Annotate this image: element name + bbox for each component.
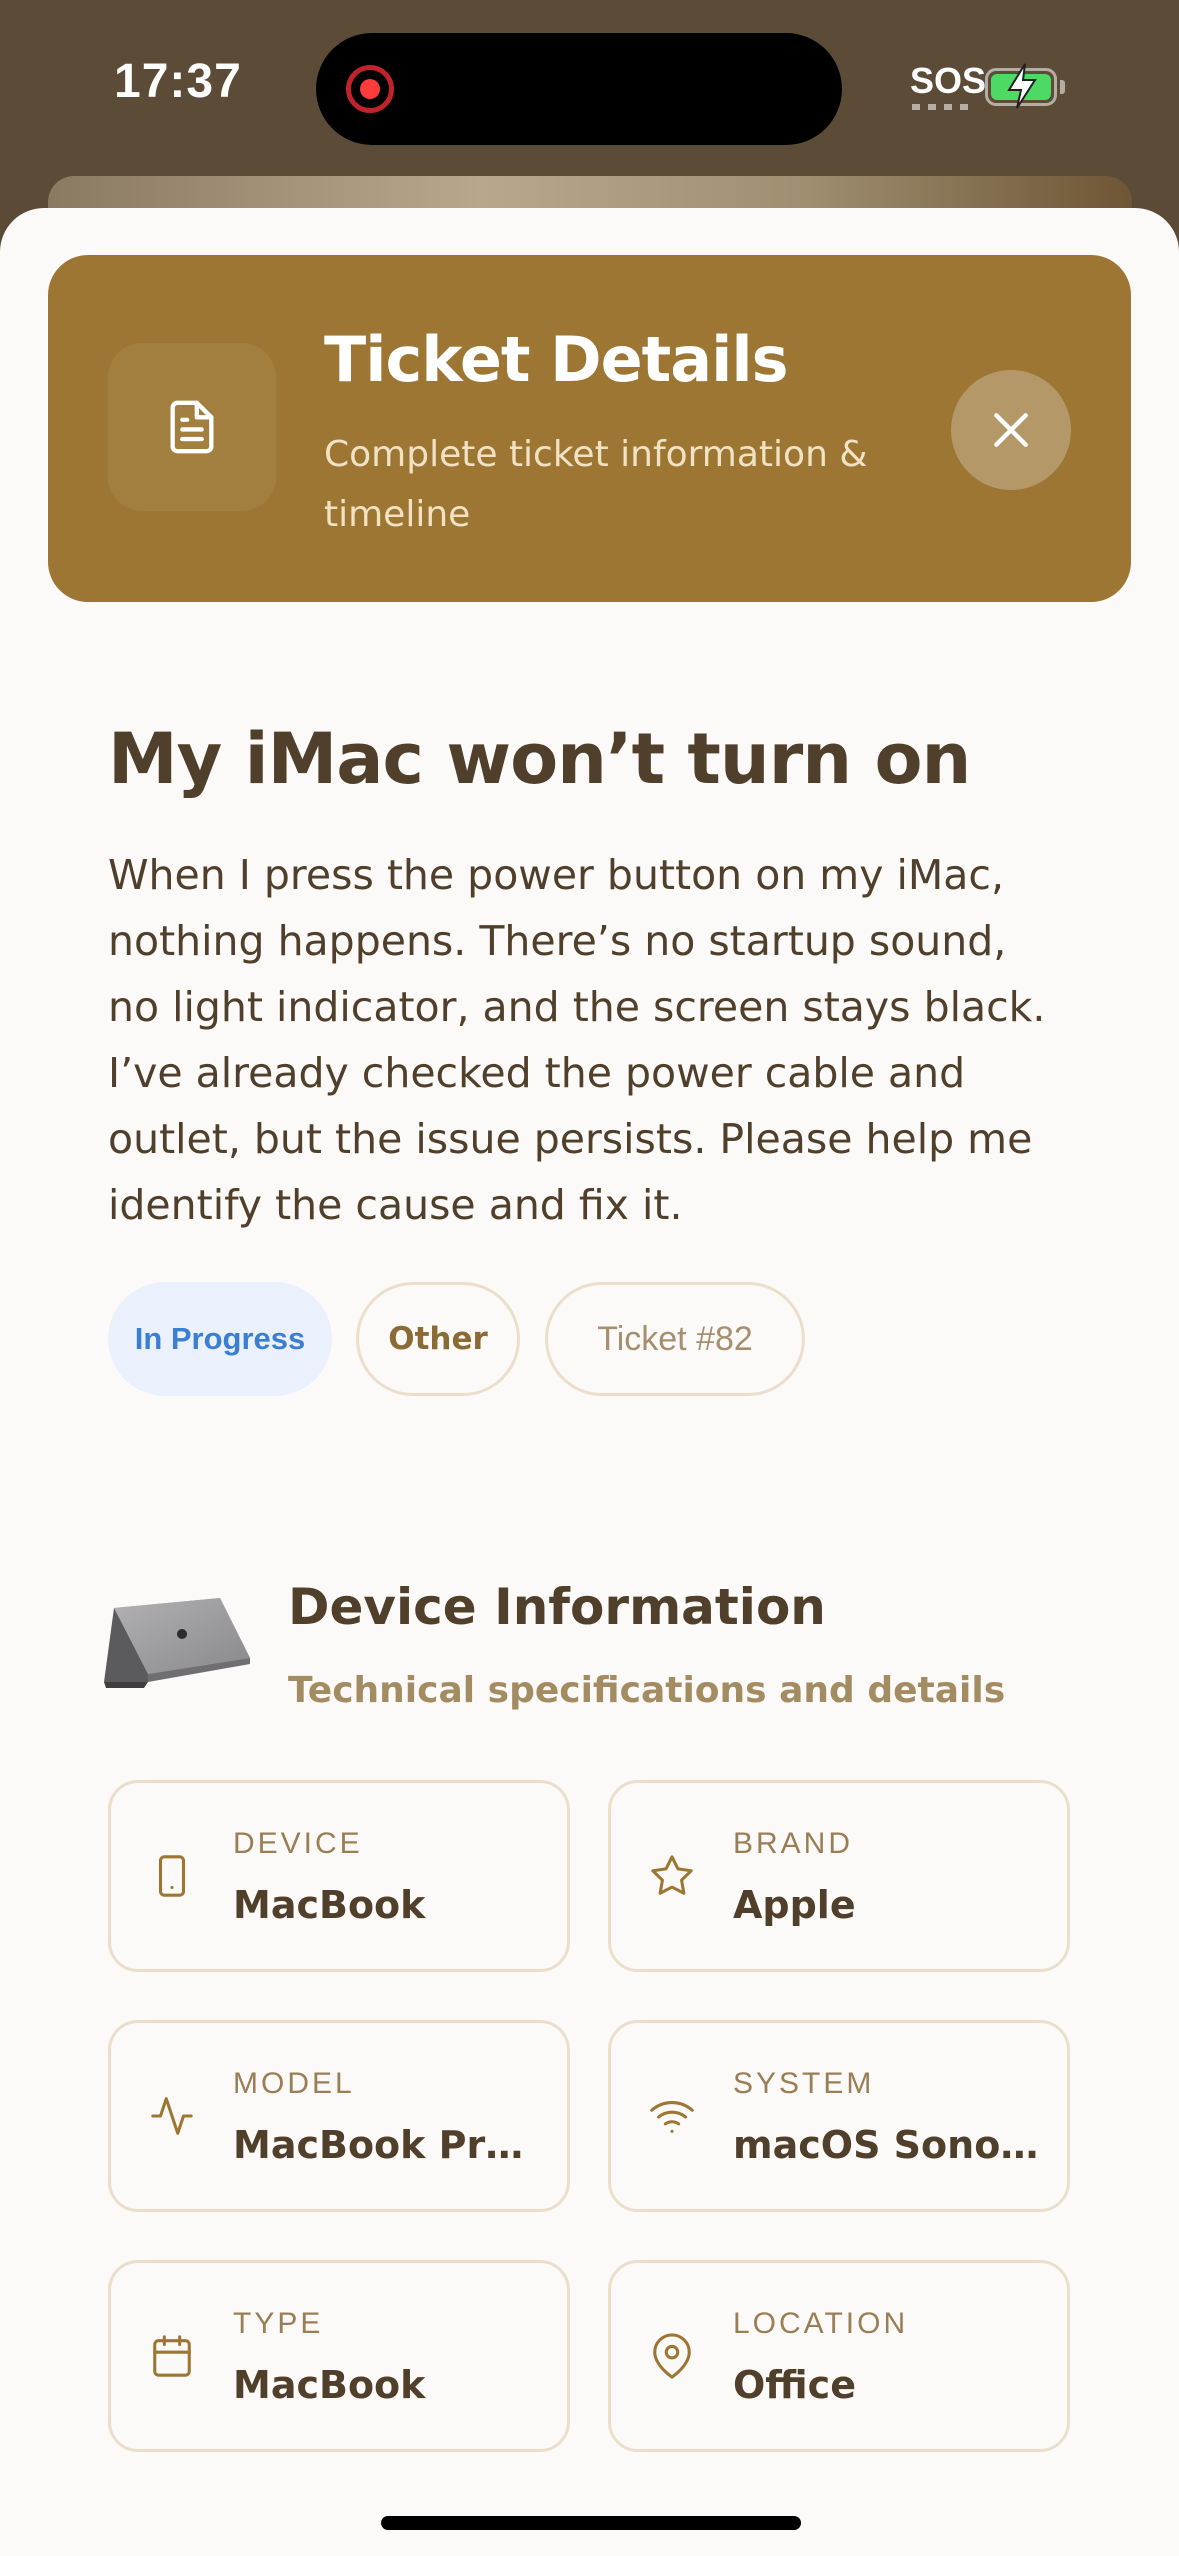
header-title: Ticket Details xyxy=(324,323,789,396)
info-value: Apple xyxy=(733,1883,856,1927)
carrier-status: SOS xyxy=(910,60,987,101)
device-section-subtitle: Technical specifications and details xyxy=(288,1670,1006,1711)
ticket-details-sheet: Ticket Details Complete ticket informati… xyxy=(0,208,1179,2556)
ticket-title: My iMac won’t turn on xyxy=(108,718,971,800)
info-value: MacBook xyxy=(233,2363,426,2407)
dynamic-island xyxy=(316,33,842,145)
info-card-device: DEVICE MacBook xyxy=(108,1780,570,1972)
info-value: macOS Sonom... xyxy=(733,2123,1043,2167)
signal-dots-icon xyxy=(912,104,968,110)
recording-indicator-icon xyxy=(346,65,394,113)
info-card-brand: BRAND Apple xyxy=(608,1780,1070,1972)
info-card-location: LOCATION Office xyxy=(608,2260,1070,2452)
laptop-image xyxy=(104,1598,250,1688)
info-label: TYPE xyxy=(233,2307,324,2340)
close-button[interactable] xyxy=(951,370,1071,490)
info-card-type: TYPE MacBook xyxy=(108,2260,570,2452)
status-badge: In Progress xyxy=(108,1282,332,1396)
charging-bolt-icon xyxy=(1007,63,1037,109)
calendar-icon xyxy=(153,2335,191,2377)
activity-icon xyxy=(151,2097,193,2135)
map-pin-icon xyxy=(653,2333,691,2379)
ticket-number-badge: Ticket #82 xyxy=(545,1282,805,1396)
info-card-model: MODEL MacBook Pro... xyxy=(108,2020,570,2212)
info-value: MacBook Pro... xyxy=(233,2123,543,2167)
wifi-icon xyxy=(650,2101,694,2133)
info-label: SYSTEM xyxy=(733,2067,875,2100)
status-bar: 17:37 SOS xyxy=(0,0,1179,200)
info-label: LOCATION xyxy=(733,2307,909,2340)
document-icon xyxy=(170,400,214,454)
info-value: MacBook xyxy=(233,1883,426,1927)
home-indicator[interactable] xyxy=(381,2516,801,2530)
category-badge: Other xyxy=(356,1282,520,1396)
battery-cap xyxy=(1060,80,1065,94)
ticket-description: When I press the power button on my iMac… xyxy=(108,851,1046,1229)
info-label: BRAND xyxy=(733,1827,854,1860)
info-label: MODEL xyxy=(233,2067,355,2100)
info-card-system: SYSTEM macOS Sonom... xyxy=(608,2020,1070,2212)
phone-icon xyxy=(158,1855,186,1897)
device-section-title: Device Information xyxy=(288,1578,826,1636)
info-label: DEVICE xyxy=(233,1827,363,1860)
star-icon xyxy=(651,1855,693,1895)
header-subtitle: Complete ticket information & timeline xyxy=(324,434,868,535)
info-value: Office xyxy=(733,2363,856,2407)
header-icon-box xyxy=(108,343,276,511)
status-time: 17:37 xyxy=(114,55,242,108)
header-card: Ticket Details Complete ticket informati… xyxy=(48,255,1131,602)
close-icon xyxy=(994,413,1028,447)
